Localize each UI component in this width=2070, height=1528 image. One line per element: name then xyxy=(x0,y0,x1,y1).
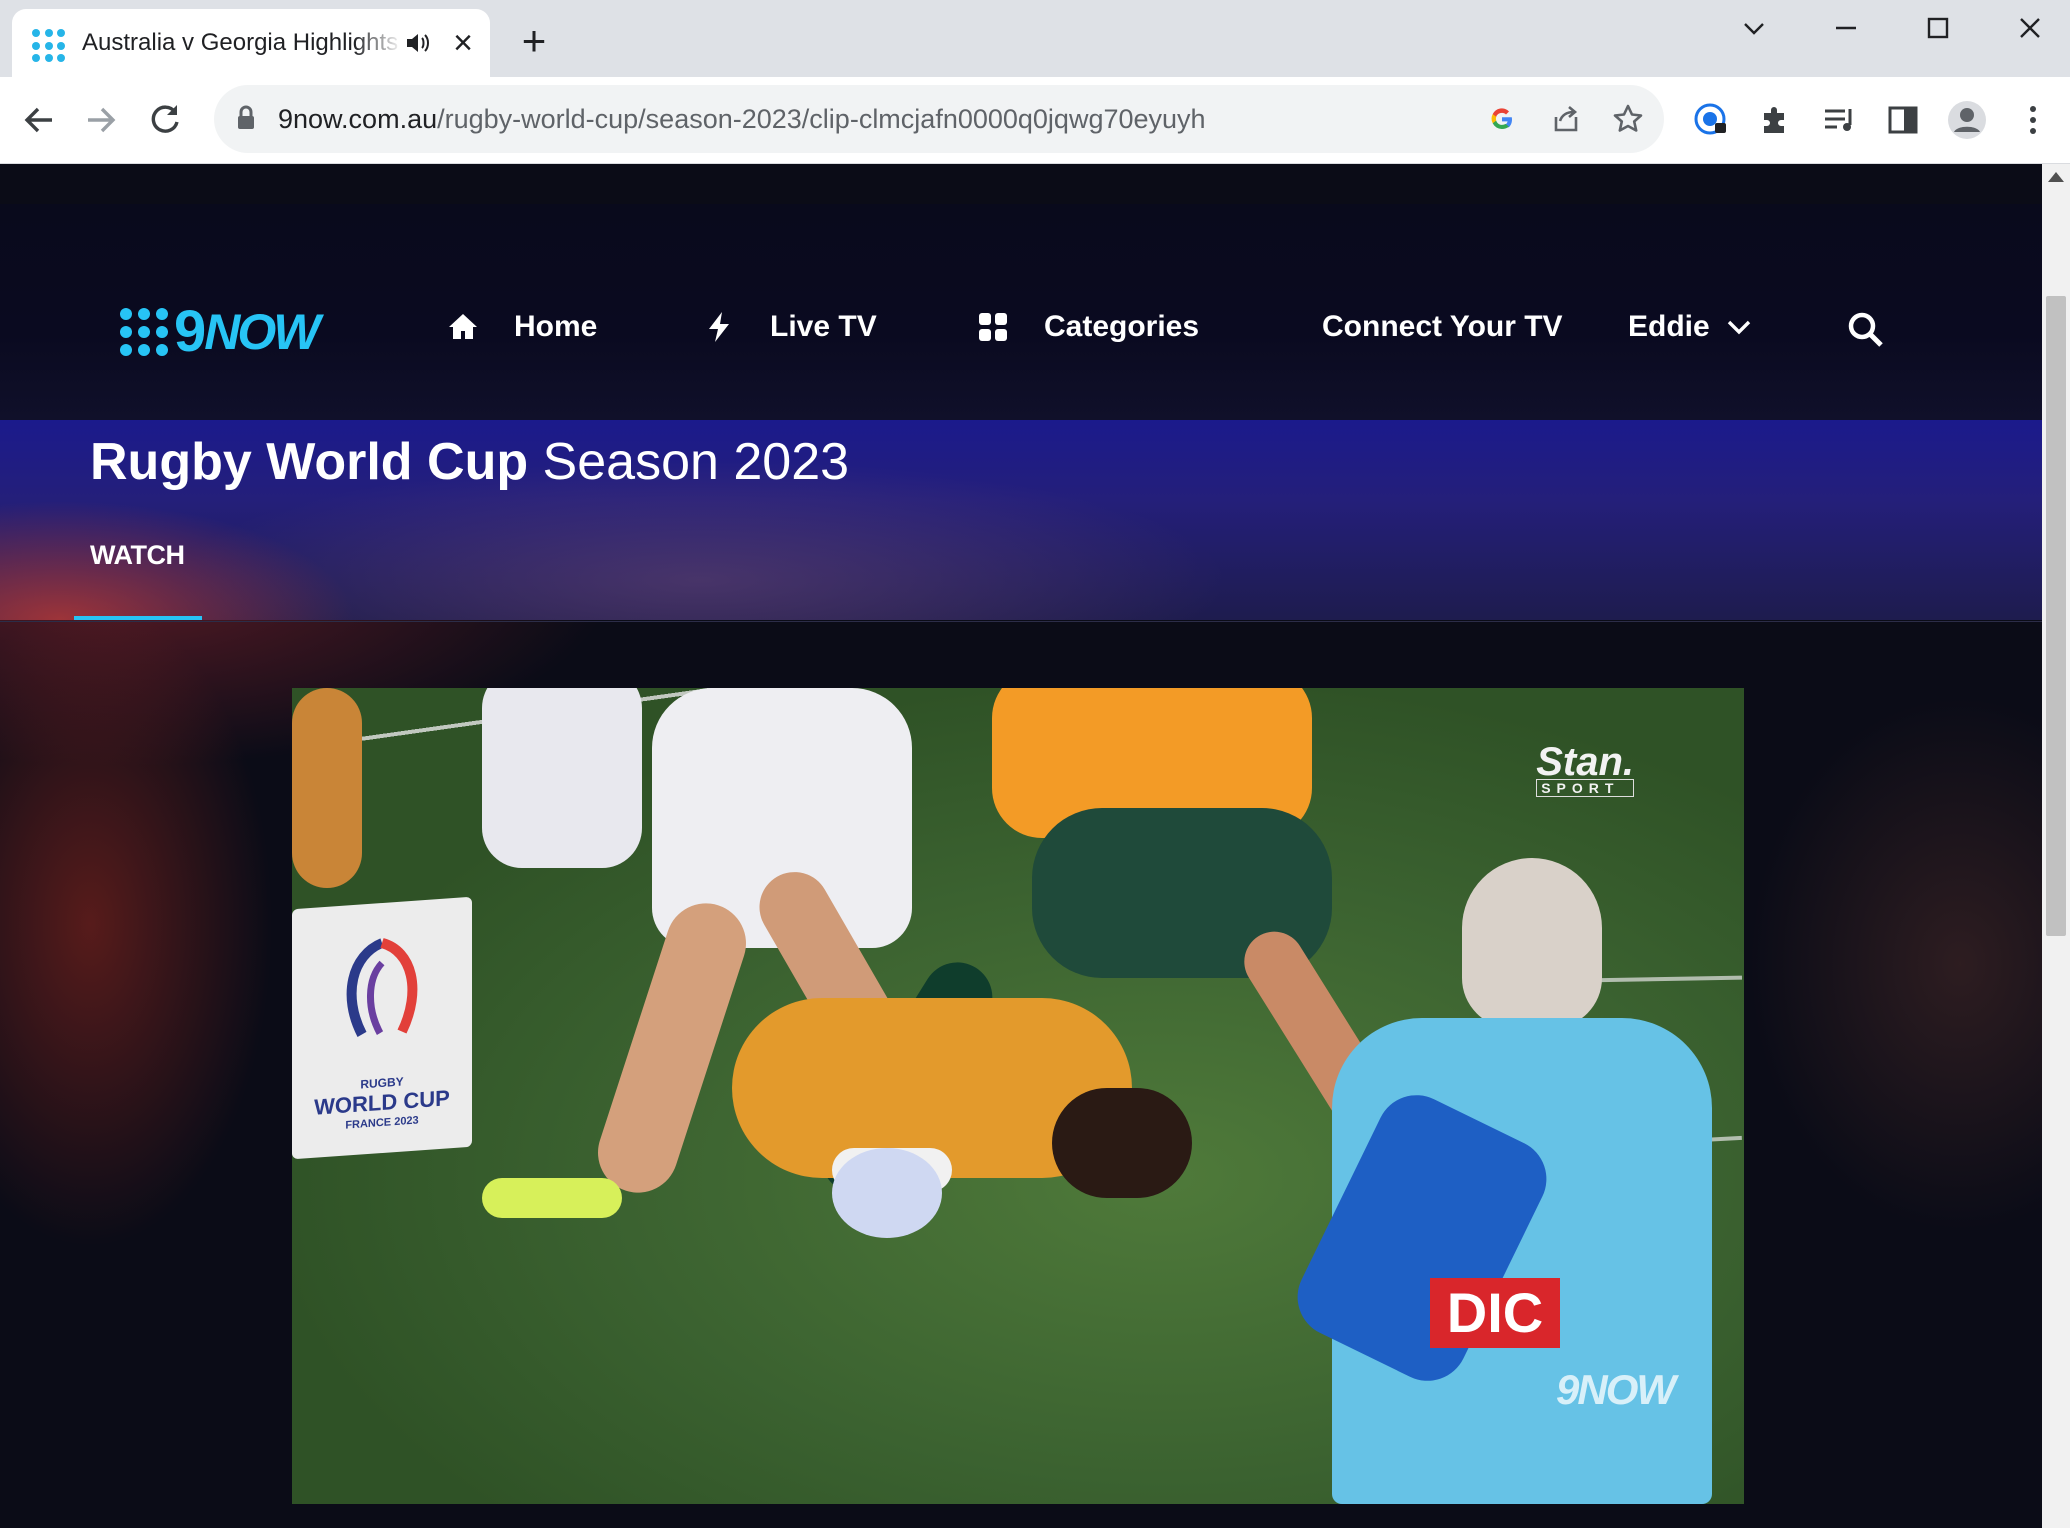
nav-home-label: Home xyxy=(514,310,598,343)
media-control-icon[interactable] xyxy=(1818,99,1860,141)
google-icon[interactable] xyxy=(1484,101,1520,137)
grid-icon xyxy=(976,310,1010,344)
page-title: Rugby World Cup Season 2023 xyxy=(90,433,850,491)
back-arrow-icon[interactable] xyxy=(18,99,60,141)
close-tab-icon[interactable]: × xyxy=(448,26,478,60)
nav-live-tv[interactable]: Live TV xyxy=(702,310,877,344)
extensions-puzzle-icon[interactable] xyxy=(1754,99,1796,141)
site-header: 9 NOW Home Live TV Categories Connect Yo… xyxy=(0,204,2042,420)
9now-watermark: 9NOW xyxy=(1556,1366,1676,1413)
search-icon xyxy=(1846,310,1886,350)
player-gold xyxy=(292,688,362,888)
kebab-menu-icon[interactable] xyxy=(2012,99,2054,141)
active-tab-indicator xyxy=(74,616,202,620)
stan-sport-logo: Stan. SPORT xyxy=(1536,740,1634,797)
medic-head xyxy=(1462,858,1602,1028)
tab-title: Australia v Georgia Highlights xyxy=(82,29,399,56)
scrollbar-thumb[interactable] xyxy=(2046,296,2066,936)
board-text: RUGBY WORLD CUP FRANCE 2023 xyxy=(314,1074,450,1132)
share-icon[interactable] xyxy=(1548,101,1584,137)
show-banner: Rugby World Cup Season 2023 WATCH xyxy=(0,420,2042,620)
page-scrollbar[interactable] xyxy=(2042,164,2070,1528)
9now-logo[interactable]: 9 NOW xyxy=(120,299,320,364)
close-window-icon[interactable] xyxy=(2000,6,2060,50)
nav-connect-tv[interactable]: Connect Your TV xyxy=(1322,310,1563,344)
chevron-down-icon xyxy=(1724,312,1754,342)
tab-search-icon[interactable] xyxy=(1724,6,1784,50)
logo-now: NOW xyxy=(204,304,320,360)
maximize-icon[interactable] xyxy=(1908,6,1968,50)
page-content: 9 NOW Home Live TV Categories Connect Yo… xyxy=(0,164,2042,1528)
nav-categories[interactable]: Categories xyxy=(976,310,1199,344)
player-boot xyxy=(482,1178,622,1218)
video-player[interactable]: DIC RUGBY WORLD CUP FRANCE 2023 Stan. SP… xyxy=(292,688,1744,1504)
url-text[interactable]: 9now.com.au/rugby-world-cup/season-2023/… xyxy=(278,104,1206,135)
user-name: Eddie xyxy=(1628,310,1710,343)
new-tab-icon[interactable]: + xyxy=(516,20,552,62)
lock-icon[interactable] xyxy=(236,105,256,136)
nav-home[interactable]: Home xyxy=(446,310,597,344)
player-head xyxy=(1052,1088,1192,1198)
logo-nine: 9 xyxy=(174,299,206,364)
forward-arrow-icon[interactable] xyxy=(80,99,122,141)
medic-vest-text: DIC xyxy=(1430,1278,1560,1348)
nav-live-tv-label: Live TV xyxy=(770,310,877,343)
address-bar[interactable]: 9now.com.au/rugby-world-cup/season-2023/… xyxy=(214,85,1664,153)
player-white xyxy=(482,688,642,868)
audio-playing-icon[interactable] xyxy=(404,29,432,57)
scroll-up-arrow-icon[interactable] xyxy=(2048,172,2064,182)
reload-icon[interactable] xyxy=(144,99,186,141)
tab-watch[interactable]: WATCH xyxy=(90,540,185,571)
tab-strip: Australia v Georgia Highlights × + xyxy=(0,0,2070,77)
nav-categories-label: Categories xyxy=(1044,310,1200,343)
extension-password-icon[interactable] xyxy=(1690,99,1732,141)
rugby-ball xyxy=(832,1148,942,1238)
browser-toolbar: 9now.com.au/rugby-world-cup/season-2023/… xyxy=(0,77,2070,164)
lightning-icon xyxy=(702,310,736,344)
rwc-ad-board: RUGBY WORLD CUP FRANCE 2023 xyxy=(292,896,472,1160)
9now-favicon-icon xyxy=(32,29,66,63)
player-leg xyxy=(587,892,757,1204)
browser-tab[interactable]: Australia v Georgia Highlights × xyxy=(12,9,490,77)
user-menu[interactable]: Eddie xyxy=(1628,310,1754,344)
profile-avatar-icon[interactable] xyxy=(1946,99,1988,141)
bookmark-star-icon[interactable] xyxy=(1610,101,1646,137)
minimize-icon[interactable] xyxy=(1816,6,1876,50)
side-panel-icon[interactable] xyxy=(1882,99,1924,141)
tab-divider xyxy=(0,621,2042,622)
logo-dots-icon xyxy=(120,308,168,356)
search-button[interactable] xyxy=(1846,310,1886,350)
rwc-logo-icon xyxy=(332,930,432,1057)
home-icon xyxy=(446,310,480,344)
